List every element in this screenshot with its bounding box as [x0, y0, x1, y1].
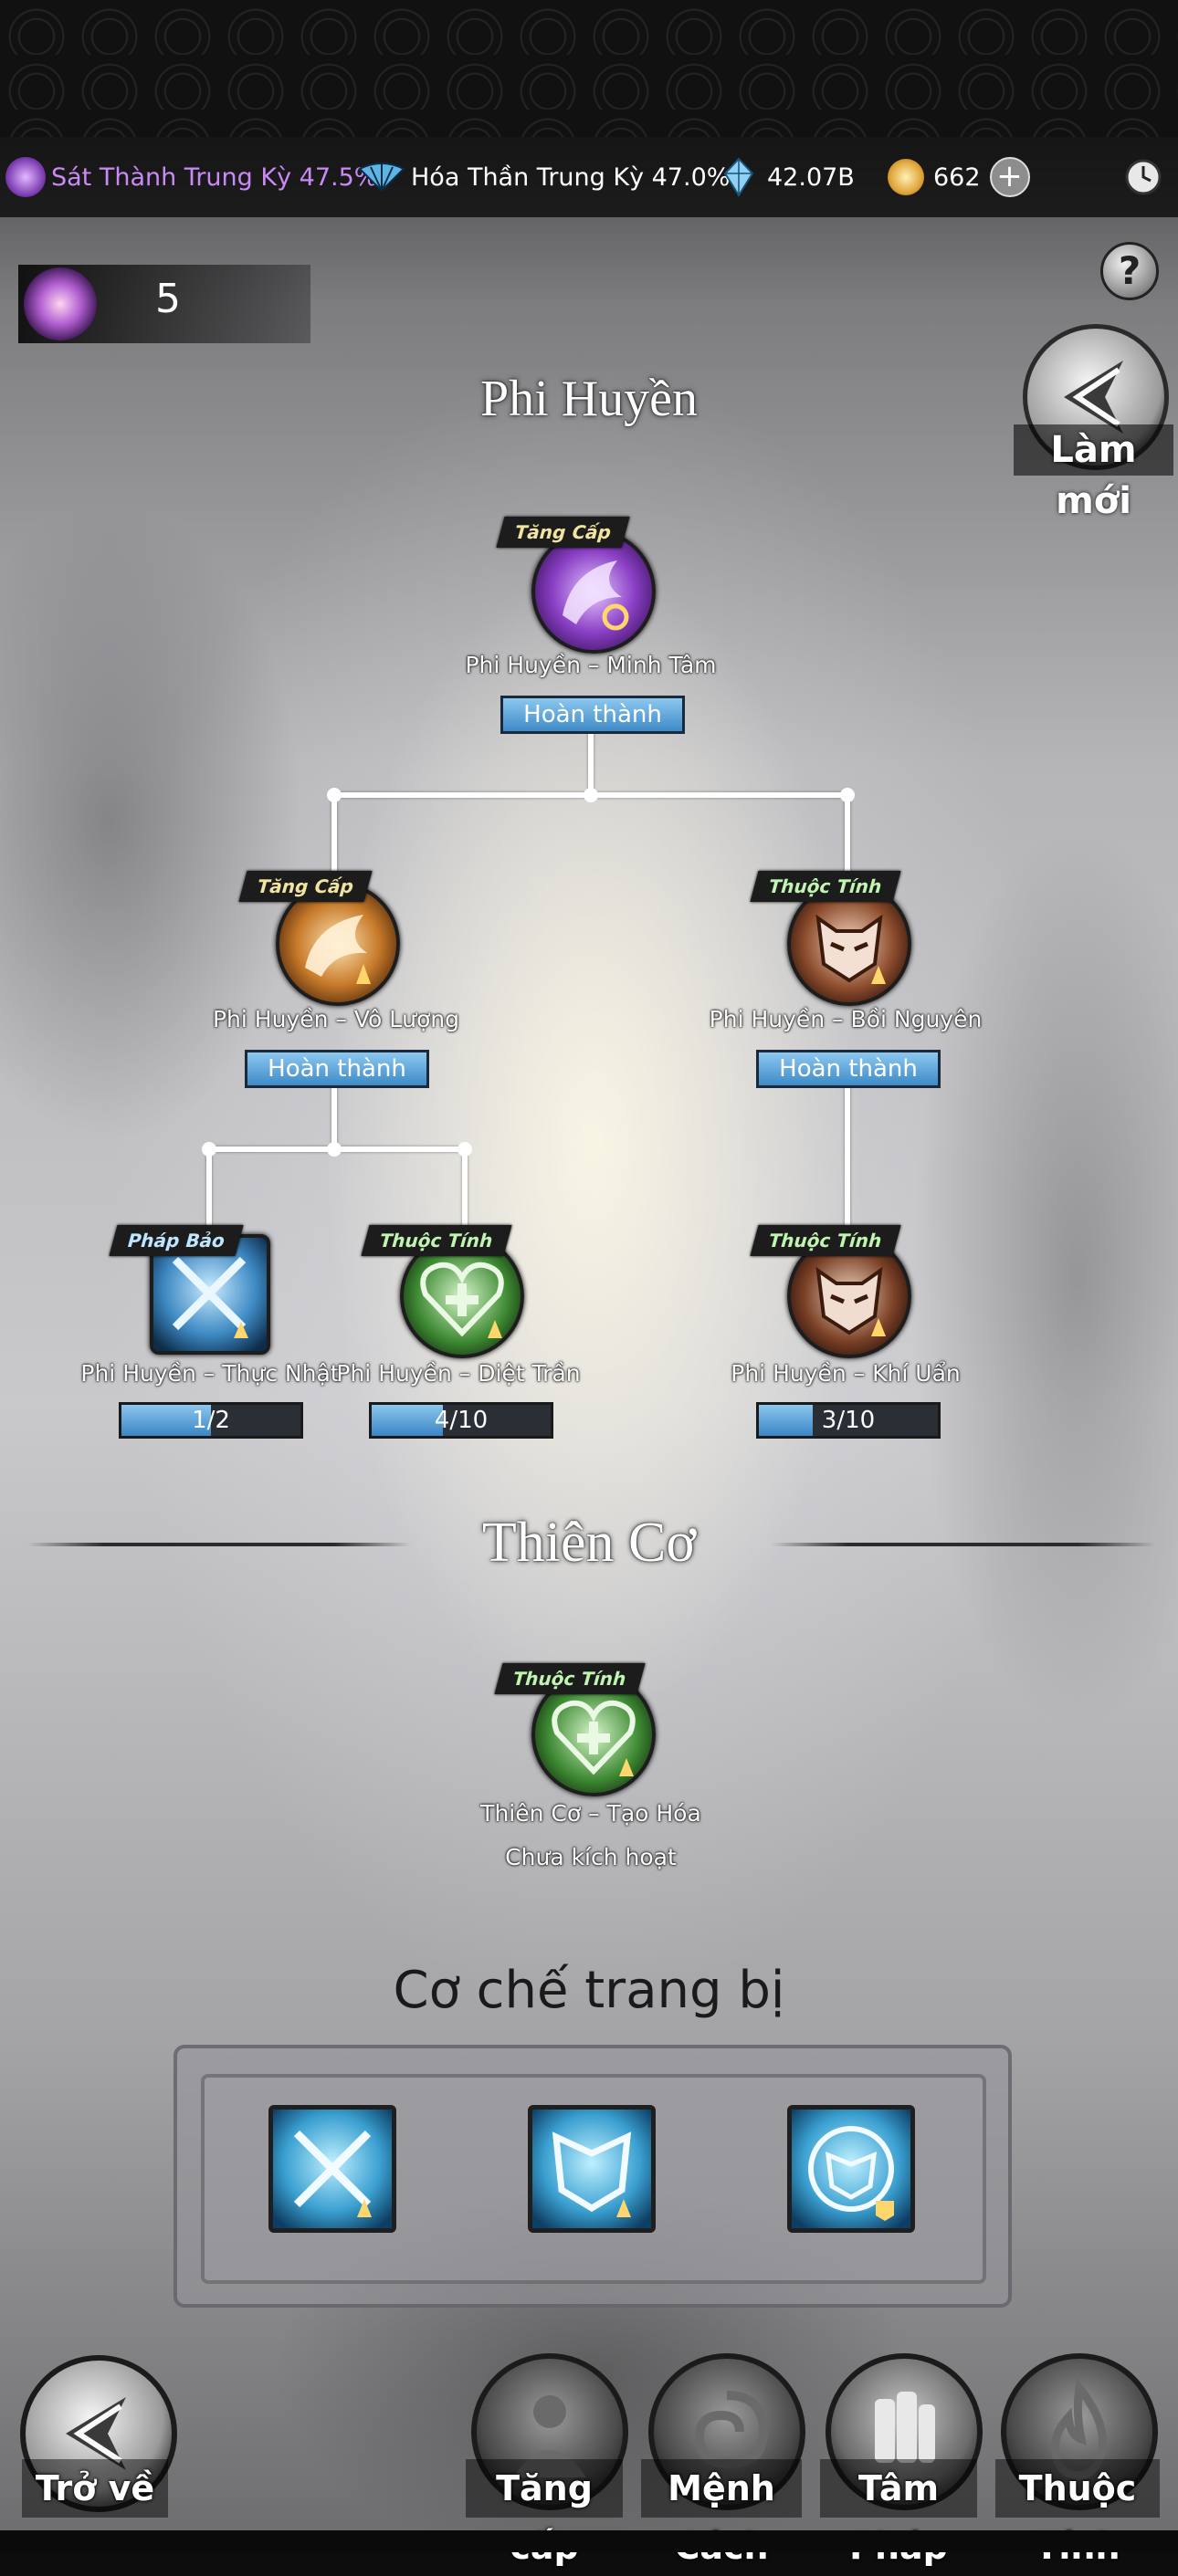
connector-line: [462, 1147, 468, 1229]
connector-line: [845, 1079, 850, 1229]
coin-value: 662: [933, 162, 981, 192]
crystal-value: 42.07B: [767, 162, 855, 192]
nav-thuoc-tinh-label[interactable]: Thuộc Tính: [995, 2459, 1160, 2567]
gold-coin-icon: [888, 159, 924, 195]
node-thuc-nhat-progress-text: 1/2: [192, 1407, 230, 1434]
connector-dot: [327, 788, 342, 802]
connector-dot: [584, 788, 598, 802]
nav-tang-cap-label[interactable]: Tăng cấp: [466, 2459, 623, 2567]
node-khi-uan-progress-text: 3/10: [821, 1407, 876, 1434]
node-diet-tran-label: Phi Huyền – Diệt Trần: [336, 1360, 581, 1387]
tree-title: Phi Huyền: [480, 371, 698, 427]
purple-demon-icon: [5, 157, 46, 197]
spirit-orb-icon: [24, 267, 97, 340]
connector-line: [331, 792, 337, 876]
realm-sat-thanh-label: Sát Thành Trung Kỳ 47.5%: [51, 162, 378, 192]
crystal-icon: [723, 157, 754, 197]
section-thien-co-title: Thiên Cơ: [481, 1512, 697, 1574]
bottom-band: [0, 2530, 1178, 2552]
equip-slot-swords[interactable]: [268, 2105, 396, 2233]
top-pattern-band: [0, 0, 1178, 137]
node-diet-tran-tag: Thuộc Tính: [361, 1225, 512, 1256]
connector-line: [588, 726, 594, 795]
realm-hoa-than[interactable]: Hóa Thần Trung Kỳ 47.0%: [358, 137, 730, 217]
node-diet-tran-progress-text: 4/10: [434, 1407, 489, 1434]
connector-line: [206, 1147, 212, 1229]
node-vo-luong-tag: Tăng Cấp: [238, 871, 373, 902]
clock-button[interactable]: [1123, 137, 1163, 217]
refresh-label[interactable]: Làm mới: [1014, 424, 1173, 522]
blue-fan-icon: [358, 162, 405, 193]
divider-right: [772, 1543, 1155, 1546]
equipment-title: Cơ chế trang bị: [393, 1961, 785, 2020]
node-tao-hoa-tag: Thuộc Tính: [494, 1663, 646, 1694]
plus-icon[interactable]: +: [989, 157, 1030, 197]
node-tao-hoa-label: Thiên Cơ – Tạo Hóa: [480, 1800, 701, 1827]
node-minh-tam-status: Hoàn thành: [500, 696, 685, 734]
node-minh-tam-label: Phi Huyền – Minh Tâm: [465, 652, 717, 678]
phoenix-icon: [563, 560, 629, 631]
realm-sat-thanh[interactable]: Sát Thành Trung Kỳ 47.5%: [5, 137, 377, 217]
connector-dot: [202, 1142, 216, 1157]
node-khi-uan-tag: Thuộc Tính: [750, 1225, 901, 1256]
connector-line: [845, 792, 850, 876]
equip-slot-mask[interactable]: [528, 2105, 656, 2233]
connector-dot: [327, 1142, 342, 1157]
node-khi-uan-progress: 3/10: [756, 1402, 941, 1439]
question-icon[interactable]: ?: [1100, 242, 1159, 300]
connector-dot: [840, 788, 855, 802]
nav-menh-cach-label[interactable]: Mệnh Cách: [641, 2459, 802, 2567]
node-tao-hoa-status: Chưa kích hoạt: [505, 1844, 677, 1870]
node-thuc-nhat-progress: 1/2: [119, 1402, 303, 1439]
resource-bar: Sát Thành Trung Kỳ 47.5% Hóa Thần Trung …: [0, 137, 1178, 217]
back-label[interactable]: Trở về: [22, 2459, 168, 2518]
node-boi-nguyen-label: Phi Huyền – Bồi Nguyên: [709, 1006, 983, 1032]
node-boi-nguyen-tag: Thuộc Tính: [750, 871, 901, 902]
nav-tam-phap-label[interactable]: Tâm Pháp: [820, 2459, 977, 2567]
node-minh-tam[interactable]: [531, 529, 656, 654]
divider-left: [27, 1543, 411, 1546]
node-diet-tran-progress: 4/10: [369, 1402, 553, 1439]
clock-icon: [1123, 157, 1163, 197]
blue-mask-icon: [552, 2131, 632, 2217]
node-boi-nguyen-status: Hoàn thành: [756, 1050, 941, 1088]
node-vo-luong-status: Hoàn thành: [245, 1050, 429, 1088]
demon-mask-icon: [815, 914, 886, 984]
connector-line: [331, 1079, 337, 1150]
crystal-resource[interactable]: 42.07B: [723, 137, 855, 217]
node-khi-uan-label: Phi Huyền – Khí Uẩn: [731, 1360, 961, 1387]
node-minh-tam-tag: Tăng Cấp: [496, 517, 630, 548]
node-vo-luong-label: Phi Huyền – Vô Lượng: [212, 1006, 460, 1032]
crossed-swords-icon: [293, 2130, 372, 2217]
node-thuc-nhat-tag: Pháp Bảo: [109, 1225, 244, 1256]
spirit-counter-value: 5: [155, 276, 181, 322]
realm-hoa-than-label: Hóa Thần Trung Kỳ 47.0%: [411, 162, 731, 192]
fire-bird-icon: [305, 915, 371, 984]
shield-mask-icon: [808, 2126, 894, 2221]
coin-resource[interactable]: 662 +: [888, 137, 1030, 217]
spirit-counter: 5: [18, 265, 310, 343]
equip-slot-shield[interactable]: [787, 2105, 915, 2233]
connector-dot: [458, 1142, 472, 1157]
